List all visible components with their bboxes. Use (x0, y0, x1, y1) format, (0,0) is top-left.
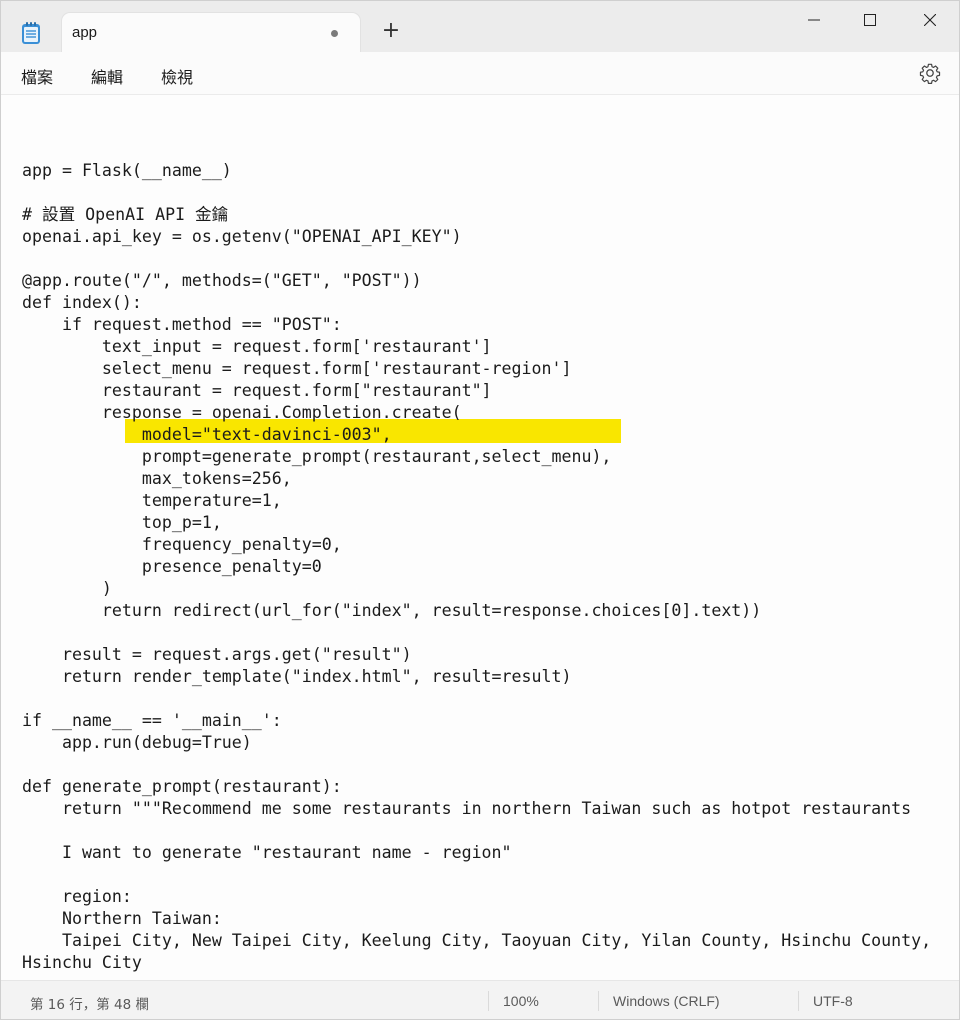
unsaved-dot-icon[interactable] (331, 30, 338, 37)
code-line[interactable]: return """Recommend me some restaurants … (22, 798, 931, 820)
code-line[interactable] (22, 138, 931, 160)
line-ending[interactable]: Windows (CRLF) (613, 993, 720, 1009)
code-line[interactable]: result = request.args.get("result") (22, 644, 931, 666)
code-line[interactable] (22, 622, 931, 644)
code-line[interactable]: model="text-davinci-003", (22, 424, 931, 446)
code-line[interactable]: if __name__ == '__main__': (22, 710, 931, 732)
zoom-level[interactable]: 100% (503, 993, 539, 1009)
maximize-icon (864, 14, 876, 26)
code-text[interactable]: app = Flask(__name__) # 設置 OpenAI API 金鑰 o… (22, 138, 931, 979)
menu-view[interactable]: 檢視 (161, 64, 193, 88)
settings-button[interactable] (919, 62, 941, 84)
close-icon (924, 14, 936, 26)
status-divider (488, 991, 489, 1011)
code-line[interactable]: def index(): (22, 292, 931, 314)
code-line[interactable] (22, 754, 931, 776)
code-line[interactable]: I want to generate "restaurant name - re… (22, 842, 931, 864)
menu-bar: 檔案 編輯 檢視 (1, 52, 959, 95)
menu-file[interactable]: 檔案 (21, 64, 53, 88)
status-divider (798, 991, 799, 1011)
code-line[interactable]: ) (22, 578, 931, 600)
text-editor[interactable]: app = Flask(__name__) # 設置 OpenAI API 金鑰 o… (1, 95, 959, 979)
code-line[interactable]: response = openai.Completion.create( (22, 402, 931, 424)
notepad-icon (21, 21, 41, 45)
code-line[interactable] (22, 864, 931, 886)
code-line[interactable]: select_menu = request.form['restaurant-r… (22, 358, 931, 380)
title-bar: app + (1, 1, 959, 53)
minimize-icon (808, 19, 820, 21)
code-line[interactable]: top_p=1, (22, 512, 931, 534)
code-line[interactable]: prompt=generate_prompt(restaurant,select… (22, 446, 931, 468)
encoding[interactable]: UTF-8 (813, 993, 853, 1009)
code-line[interactable]: frequency_penalty=0, (22, 534, 931, 556)
code-line[interactable]: return redirect(url_for("index", result=… (22, 600, 931, 622)
code-line[interactable]: openai.api_key = os.getenv("OPENAI_API_K… (22, 226, 931, 248)
maximize-button[interactable] (847, 5, 893, 35)
code-line[interactable] (22, 182, 931, 204)
minimize-button[interactable] (791, 5, 837, 35)
code-line[interactable]: restaurant = request.form["restaurant"] (22, 380, 931, 402)
code-line[interactable] (22, 820, 931, 842)
gear-icon (919, 63, 941, 84)
code-line[interactable]: app = Flask(__name__) (22, 160, 931, 182)
code-line[interactable] (22, 974, 931, 979)
status-divider (598, 991, 599, 1011)
code-line[interactable]: region: (22, 886, 931, 908)
code-line[interactable]: temperature=1, (22, 490, 931, 512)
code-line[interactable]: app.run(debug=True) (22, 732, 931, 754)
code-line[interactable]: @app.route("/", methods=("GET", "POST")) (22, 270, 931, 292)
tab-title: app (72, 24, 98, 41)
notepad-window: app + 檔案 編輯 檢視 app = Flask(__name__) # 設… (0, 0, 960, 1020)
code-line[interactable]: def generate_prompt(restaurant): (22, 776, 931, 798)
code-line[interactable]: Hsinchu City (22, 952, 931, 974)
new-tab-button[interactable]: + (379, 19, 403, 43)
status-bar: 第 16 行，第 48 欄 100% Windows (CRLF) UTF-8 (1, 980, 959, 1019)
code-line[interactable]: Taipei City, New Taipei City, Keelung Ci… (22, 930, 931, 952)
code-line[interactable]: text_input = request.form['restaurant'] (22, 336, 931, 358)
close-button[interactable] (907, 5, 953, 35)
code-line[interactable]: return render_template("index.html", res… (22, 666, 931, 688)
code-line[interactable] (22, 688, 931, 710)
code-line[interactable]: presence_penalty=0 (22, 556, 931, 578)
code-line[interactable]: Northern Taiwan: (22, 908, 931, 930)
menu-edit[interactable]: 編輯 (91, 64, 123, 88)
code-line[interactable]: if request.method == "POST": (22, 314, 931, 336)
code-line[interactable]: max_tokens=256, (22, 468, 931, 490)
code-line[interactable]: # 設置 OpenAI API 金鑰 (22, 204, 931, 226)
cursor-position: 第 16 行，第 48 欄 (30, 997, 150, 1013)
code-line[interactable] (22, 248, 931, 270)
tab-app[interactable]: app (62, 13, 360, 53)
